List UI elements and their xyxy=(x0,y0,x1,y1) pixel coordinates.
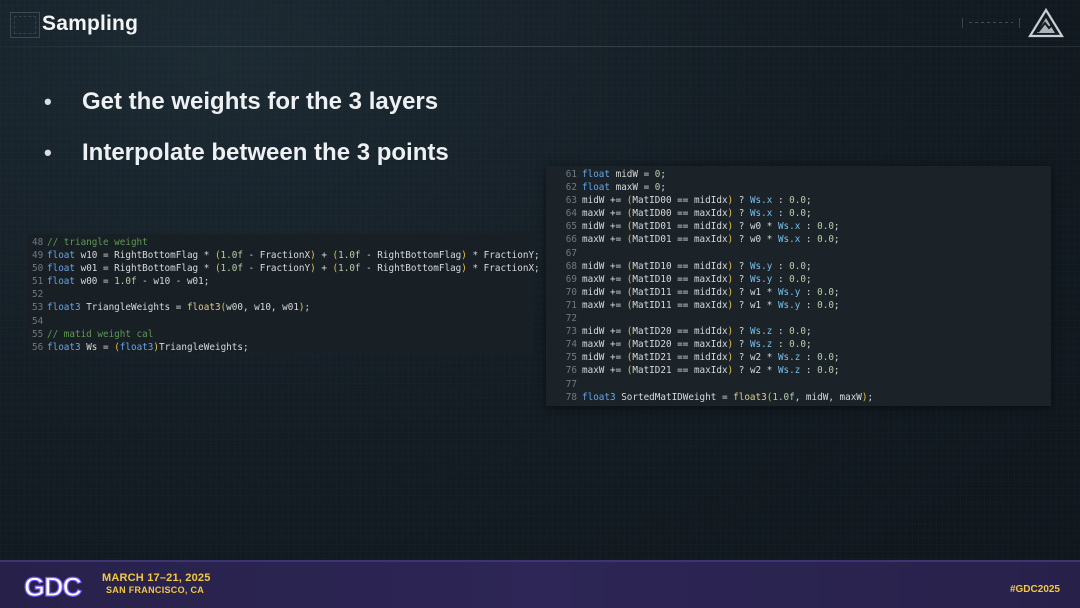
event-location: SAN FRANCISCO, CA xyxy=(106,585,205,595)
code-line: 73 midW += (MatID20 == midIdx) ? Ws.z : 0… xyxy=(550,325,1051,338)
code-line: 61 float midW = 0; xyxy=(550,168,1051,181)
code-line: 68 midW += (MatID10 == midIdx) ? Ws.y : 0… xyxy=(550,260,1051,273)
event-date: MARCH 17–21, 2025 xyxy=(102,572,211,584)
line-number: 66 xyxy=(565,234,577,246)
line-number: 55 xyxy=(32,328,44,340)
square-frame-icon xyxy=(10,12,40,38)
code-line: 56 float3 Ws = (float3)TriangleWeights; xyxy=(32,341,533,354)
code-line: 78 float3 SortedMatIDWeight = float3(1.0f… xyxy=(550,391,1051,404)
code-text: midW += (MatID20 == midIdx) ? Ws.z : 0.0… xyxy=(582,326,812,338)
code-line: 55// matid weight cal xyxy=(32,328,533,341)
code-text: midW += (MatID21 == midIdx) ? w2 * Ws.z … xyxy=(582,352,840,364)
code-text: float w00 = 1.0f - w10 - w01; xyxy=(47,276,210,288)
code-text: midW += (MatID00 == midIdx) ? Ws.x : 0.0… xyxy=(582,195,812,207)
code-line: 54 xyxy=(32,315,533,328)
code-text: maxW += (MatID21 == maxIdx) ? w2 * Ws.z … xyxy=(582,365,840,377)
bullet-dot: • xyxy=(44,140,52,165)
bullet-text: Get the weights for the 3 layers xyxy=(82,88,439,115)
code-text: midW += (MatID11 == midIdx) ? w1 * Ws.y … xyxy=(582,286,840,298)
triangle-mountain-logo-icon xyxy=(1028,8,1064,38)
code-line: 50 float w01 = RightBottomFlag * (1.0f - … xyxy=(32,262,540,275)
code-text: maxW += (MatID20 == maxIdx) ? Ws.z : 0.0… xyxy=(582,339,812,351)
slide-title: Sampling xyxy=(42,12,139,35)
code-text: midW += (MatID01 == midIdx) ? w0 * Ws.x … xyxy=(582,221,840,233)
code-text: midW += (MatID10 == midIdx) ? Ws.y : 0.0… xyxy=(582,260,812,272)
code-line: 74 maxW += (MatID20 == maxIdx) ? Ws.z : 0… xyxy=(550,338,1051,351)
header-divider xyxy=(0,46,1080,47)
code-line: 70 midW += (MatID11 == midIdx) ? w1 * Ws.… xyxy=(550,286,1051,299)
code-line: 69 maxW += (MatID10 == maxIdx) ? Ws.y : 0… xyxy=(550,273,1051,286)
code-text: float w01 = RightBottomFlag * (1.0f - Fr… xyxy=(47,263,540,275)
code-line: 65 midW += (MatID01 == midIdx) ? w0 * Ws.… xyxy=(550,220,1051,233)
line-number: 74 xyxy=(565,339,577,351)
code-text: // matid weight cal xyxy=(47,328,154,340)
header-tick-decoration xyxy=(962,18,1020,28)
line-number: 48 xyxy=(32,237,44,248)
bullet-item: • Interpolate between the 3 points xyxy=(44,137,449,169)
code-line: 53 float3 TriangleWeights = float3(w00, w… xyxy=(32,301,533,314)
code-line: 63 midW += (MatID00 == midIdx) ? Ws.x : 0… xyxy=(550,194,1051,207)
line-number: 49 xyxy=(32,250,44,262)
line-number: 53 xyxy=(32,302,44,314)
line-number: 65 xyxy=(565,221,577,233)
line-number: 71 xyxy=(565,299,577,311)
line-number: 67 xyxy=(565,247,577,259)
code-line: 67 xyxy=(550,247,1051,260)
bullet-text: Interpolate between the 3 points xyxy=(82,139,449,166)
line-number: 52 xyxy=(32,289,44,301)
code-line: 66 maxW += (MatID01 == maxIdx) ? w0 * Ws.… xyxy=(550,233,1051,246)
line-number: 68 xyxy=(565,260,577,272)
code-line: 72 xyxy=(550,312,1051,325)
code-text: float w10 = RightBottomFlag * (1.0f - Fr… xyxy=(47,250,540,262)
line-number: 69 xyxy=(565,273,577,285)
code-line: 64 maxW += (MatID00 == maxIdx) ? Ws.x : 0… xyxy=(550,207,1051,220)
bullet-list: • Get the weights for the 3 layers • Int… xyxy=(44,86,449,188)
line-number: 78 xyxy=(565,391,577,403)
code-text: maxW += (MatID00 == maxIdx) ? Ws.x : 0.0… xyxy=(582,208,812,220)
code-panel-right: 61 float midW = 0; 62 float maxW = 0; 63 midW… xyxy=(546,166,1051,406)
code-line: 71 maxW += (MatID11 == maxIdx) ? w1 * Ws.… xyxy=(550,299,1051,312)
svg-text:GDC: GDC xyxy=(24,572,82,602)
line-number: 77 xyxy=(565,378,577,390)
code-text: maxW += (MatID11 == maxIdx) ? w1 * Ws.y … xyxy=(582,299,840,311)
line-number: 63 xyxy=(565,195,577,207)
line-number: 50 xyxy=(32,263,44,275)
code-line: 62 float maxW = 0; xyxy=(550,181,1051,194)
line-number: 51 xyxy=(32,276,44,288)
footer-bar: GDC MARCH 17–21, 2025 SAN FRANCISCO, CA … xyxy=(0,560,1080,608)
code-text: float3 SortedMatIDWeight = float3(1.0f, … xyxy=(582,391,874,403)
bullet-dot: • xyxy=(44,89,52,114)
code-line: 77 xyxy=(550,378,1051,391)
gdc-logo-icon: GDC xyxy=(23,571,83,602)
bullet-item: • Get the weights for the 3 layers xyxy=(44,86,449,118)
code-line: 48// triangle weight xyxy=(32,236,533,249)
line-number: 70 xyxy=(565,286,577,298)
line-number: 72 xyxy=(565,313,577,325)
code-text: maxW += (MatID01 == maxIdx) ? w0 * Ws.x … xyxy=(582,234,840,246)
code-text: float3 TriangleWeights = float3(w00, w10… xyxy=(47,302,311,314)
code-panel-left: 48// triangle weight 49 float w10 = RightB… xyxy=(28,234,540,354)
line-number: 54 xyxy=(32,315,44,327)
code-line: 75 midW += (MatID21 == midIdx) ? w2 * Ws.… xyxy=(550,351,1051,364)
code-line: 76 maxW += (MatID21 == maxIdx) ? w2 * Ws.… xyxy=(550,364,1051,377)
line-number: 56 xyxy=(32,341,44,353)
code-text: maxW += (MatID10 == maxIdx) ? Ws.y : 0.0… xyxy=(582,273,812,285)
line-number: 64 xyxy=(565,208,577,220)
line-number: 61 xyxy=(565,169,577,180)
code-text: float3 Ws = (float3)TriangleWeights; xyxy=(47,341,249,353)
event-hashtag: #GDC2025 xyxy=(1009,584,1060,595)
code-text: float maxW = 0; xyxy=(582,182,666,194)
line-number: 75 xyxy=(565,352,577,364)
code-line: 49 float w10 = RightBottomFlag * (1.0f - … xyxy=(32,249,540,262)
line-number: 76 xyxy=(565,365,577,377)
code-text: float midW = 0; xyxy=(582,169,666,180)
line-number: 62 xyxy=(565,182,577,194)
code-text: // triangle weight xyxy=(47,237,148,248)
code-line: 52 xyxy=(32,288,533,301)
line-number: 73 xyxy=(565,326,577,338)
code-line: 51 float w00 = 1.0f - w10 - w01; xyxy=(32,275,533,288)
